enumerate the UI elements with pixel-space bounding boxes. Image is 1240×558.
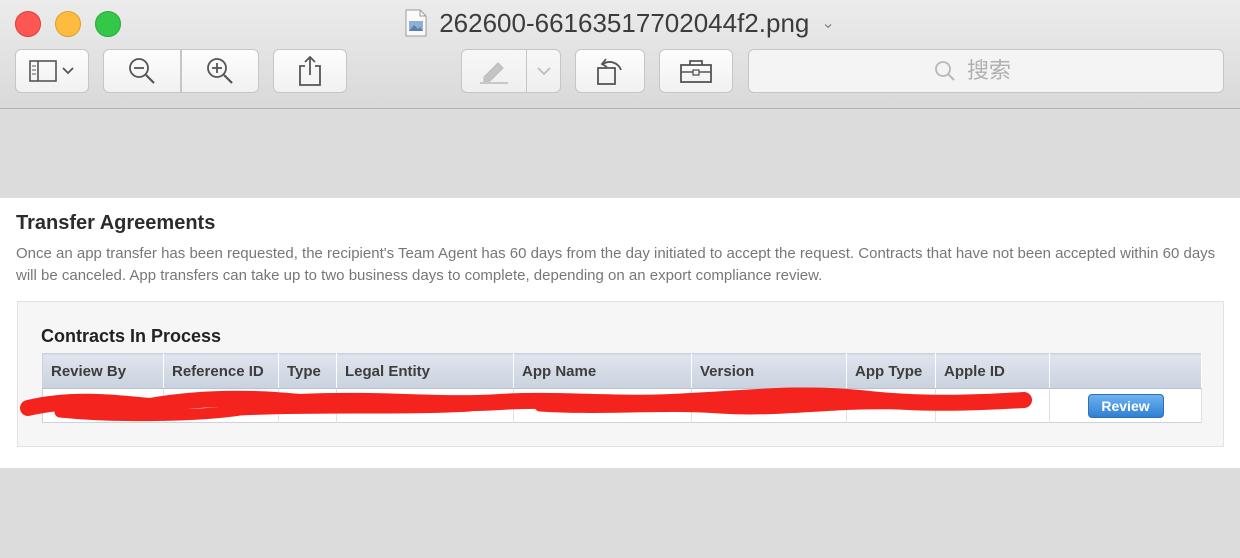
review-by-cell	[42, 388, 164, 423]
table-row: Review	[42, 388, 1202, 423]
column-header: App Name	[513, 353, 692, 389]
toolbox-button[interactable]	[659, 49, 733, 93]
column-header: Version	[691, 353, 847, 389]
zoom-in-icon	[207, 58, 233, 84]
markup-menu-button[interactable]	[526, 49, 561, 93]
chevron-down-icon	[536, 67, 551, 76]
app-type-cell	[846, 388, 936, 423]
review-button[interactable]: Review	[1087, 393, 1164, 418]
markup-button[interactable]	[461, 49, 527, 93]
app-name-cell	[513, 388, 692, 423]
rotate-left-icon	[597, 58, 622, 85]
contracts-panel: Contracts In Process Review By Reference…	[17, 301, 1224, 447]
share-button[interactable]	[273, 49, 347, 93]
contracts-table: Review By Reference ID Type Legal Entity…	[42, 353, 1202, 423]
contracts-heading: Contracts In Process	[41, 326, 222, 346]
column-header: Apple ID	[935, 353, 1050, 389]
sidebar-icon	[29, 60, 74, 82]
png-file-icon	[405, 9, 427, 37]
zoom-in-button[interactable]	[181, 49, 259, 93]
canvas-background-top	[0, 109, 1240, 198]
column-header: App Type	[846, 353, 936, 389]
page-description: Once an app transfer has been requested,…	[16, 245, 1216, 284]
search-icon	[935, 61, 955, 81]
column-header	[1049, 353, 1202, 389]
type-cell	[278, 388, 337, 423]
sidebar-toggle-button[interactable]	[15, 49, 89, 93]
search-input[interactable]	[965, 57, 1039, 85]
column-header: Review By	[42, 353, 164, 389]
window-title: 262600-66163517702044f2.png	[439, 7, 810, 38]
share-icon	[299, 55, 321, 86]
document-page: Transfer Agreements Once an app transfer…	[0, 198, 1240, 468]
page-title: Transfer Agreements	[16, 212, 216, 234]
legal-entity-cell	[336, 388, 514, 423]
zoom-out-button[interactable]	[103, 49, 181, 93]
column-header: Reference ID	[163, 353, 279, 389]
window-title-area[interactable]: 262600-66163517702044f2.png ⌄	[0, 4, 1240, 42]
table-header-row: Review By Reference ID Type Legal Entity…	[42, 353, 1202, 389]
canvas-background-bottom	[0, 468, 1240, 558]
rotate-button[interactable]	[575, 49, 645, 93]
toolbox-icon	[680, 60, 712, 83]
window-titlebar: 262600-66163517702044f2.png ⌄	[0, 0, 1240, 109]
zoom-out-icon	[129, 58, 155, 84]
column-header: Legal Entity	[336, 353, 514, 389]
apple-id-cell	[935, 388, 1050, 423]
version-cell	[691, 388, 847, 423]
column-header: Type	[278, 353, 337, 389]
chevron-down-icon[interactable]: ⌄	[821, 13, 834, 33]
pen-icon	[480, 62, 508, 84]
reference-id-cell	[163, 388, 279, 423]
action-cell: Review	[1049, 388, 1202, 423]
search-field[interactable]	[748, 49, 1224, 93]
